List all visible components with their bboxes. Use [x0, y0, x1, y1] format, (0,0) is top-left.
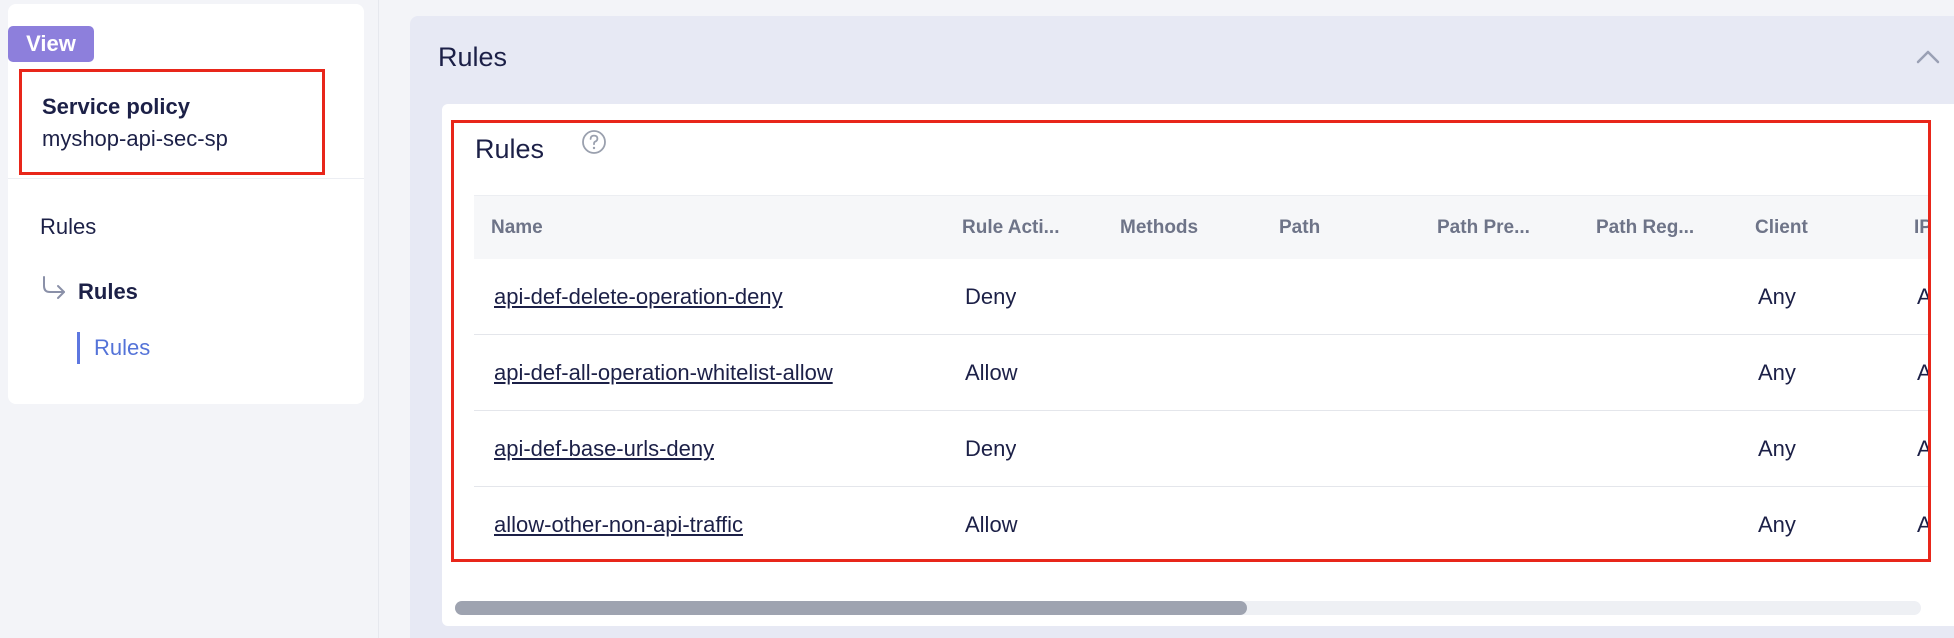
table-row: api-def-delete-operation-deny Deny Any A	[474, 259, 1931, 335]
ip-cell: A	[1917, 360, 1931, 385]
service-policy-label: Service policy	[42, 94, 190, 119]
service-policy-name: myshop-api-sec-sp	[42, 126, 228, 151]
ip-cell: A	[1917, 436, 1931, 461]
sidebar-card	[8, 4, 364, 404]
column-header-path-regex[interactable]: Path Reg...	[1596, 196, 1694, 260]
table-row: allow-other-non-api-traffic Allow Any A	[474, 487, 1931, 563]
column-header-path-prefix[interactable]: Path Pre...	[1437, 196, 1530, 260]
rule-action-cell: Deny	[965, 436, 1017, 461]
rule-name-link[interactable]: allow-other-non-api-traffic	[494, 487, 743, 563]
rule-name-link[interactable]: api-def-delete-operation-deny	[494, 259, 783, 335]
rule-name-link[interactable]: api-def-base-urls-deny	[494, 411, 714, 487]
section-title: Rules	[438, 42, 508, 72]
horizontal-scrollbar-thumb[interactable]	[455, 601, 1247, 615]
view-badge: View	[8, 26, 94, 62]
table-row: api-def-base-urls-deny Deny Any A	[474, 411, 1931, 487]
sidebar-item-rules-active[interactable]: Rules	[77, 332, 150, 364]
column-header-rule-action[interactable]: Rule Acti...	[962, 196, 1059, 260]
table-row: api-def-all-operation-whitelist-allow Al…	[474, 335, 1931, 411]
rules-card-title: Rules	[475, 134, 545, 164]
ip-cell: A	[1917, 284, 1931, 309]
help-circle-icon[interactable]	[581, 129, 607, 155]
chevron-up-icon[interactable]	[1915, 48, 1941, 66]
rule-name-link[interactable]: api-def-all-operation-whitelist-allow	[494, 335, 833, 411]
ip-cell: A	[1917, 512, 1931, 537]
service-policy-header: Service policy myshop-api-sec-sp	[19, 69, 325, 175]
sidebar-subsection-rules[interactable]: Rules	[78, 279, 138, 305]
client-cell: Any	[1758, 360, 1796, 385]
client-cell: Any	[1758, 512, 1796, 537]
rule-action-cell: Deny	[965, 284, 1017, 309]
corner-down-right-icon	[43, 276, 65, 299]
column-header-path[interactable]: Path	[1279, 196, 1320, 260]
sidebar-divider	[8, 178, 364, 179]
table-header: Name Rule Acti... Methods Path Path Pre.…	[474, 195, 1930, 259]
client-cell: Any	[1758, 284, 1796, 309]
column-header-methods[interactable]: Methods	[1120, 196, 1198, 260]
column-header-ip[interactable]: IP	[1914, 196, 1930, 260]
column-header-name[interactable]: Name	[491, 196, 543, 260]
rule-action-cell: Allow	[965, 512, 1018, 537]
rule-action-cell: Allow	[965, 360, 1018, 385]
column-header-client[interactable]: Client	[1755, 196, 1808, 260]
client-cell: Any	[1758, 436, 1796, 461]
sidebar-item-rules[interactable]: Rules	[40, 214, 96, 240]
